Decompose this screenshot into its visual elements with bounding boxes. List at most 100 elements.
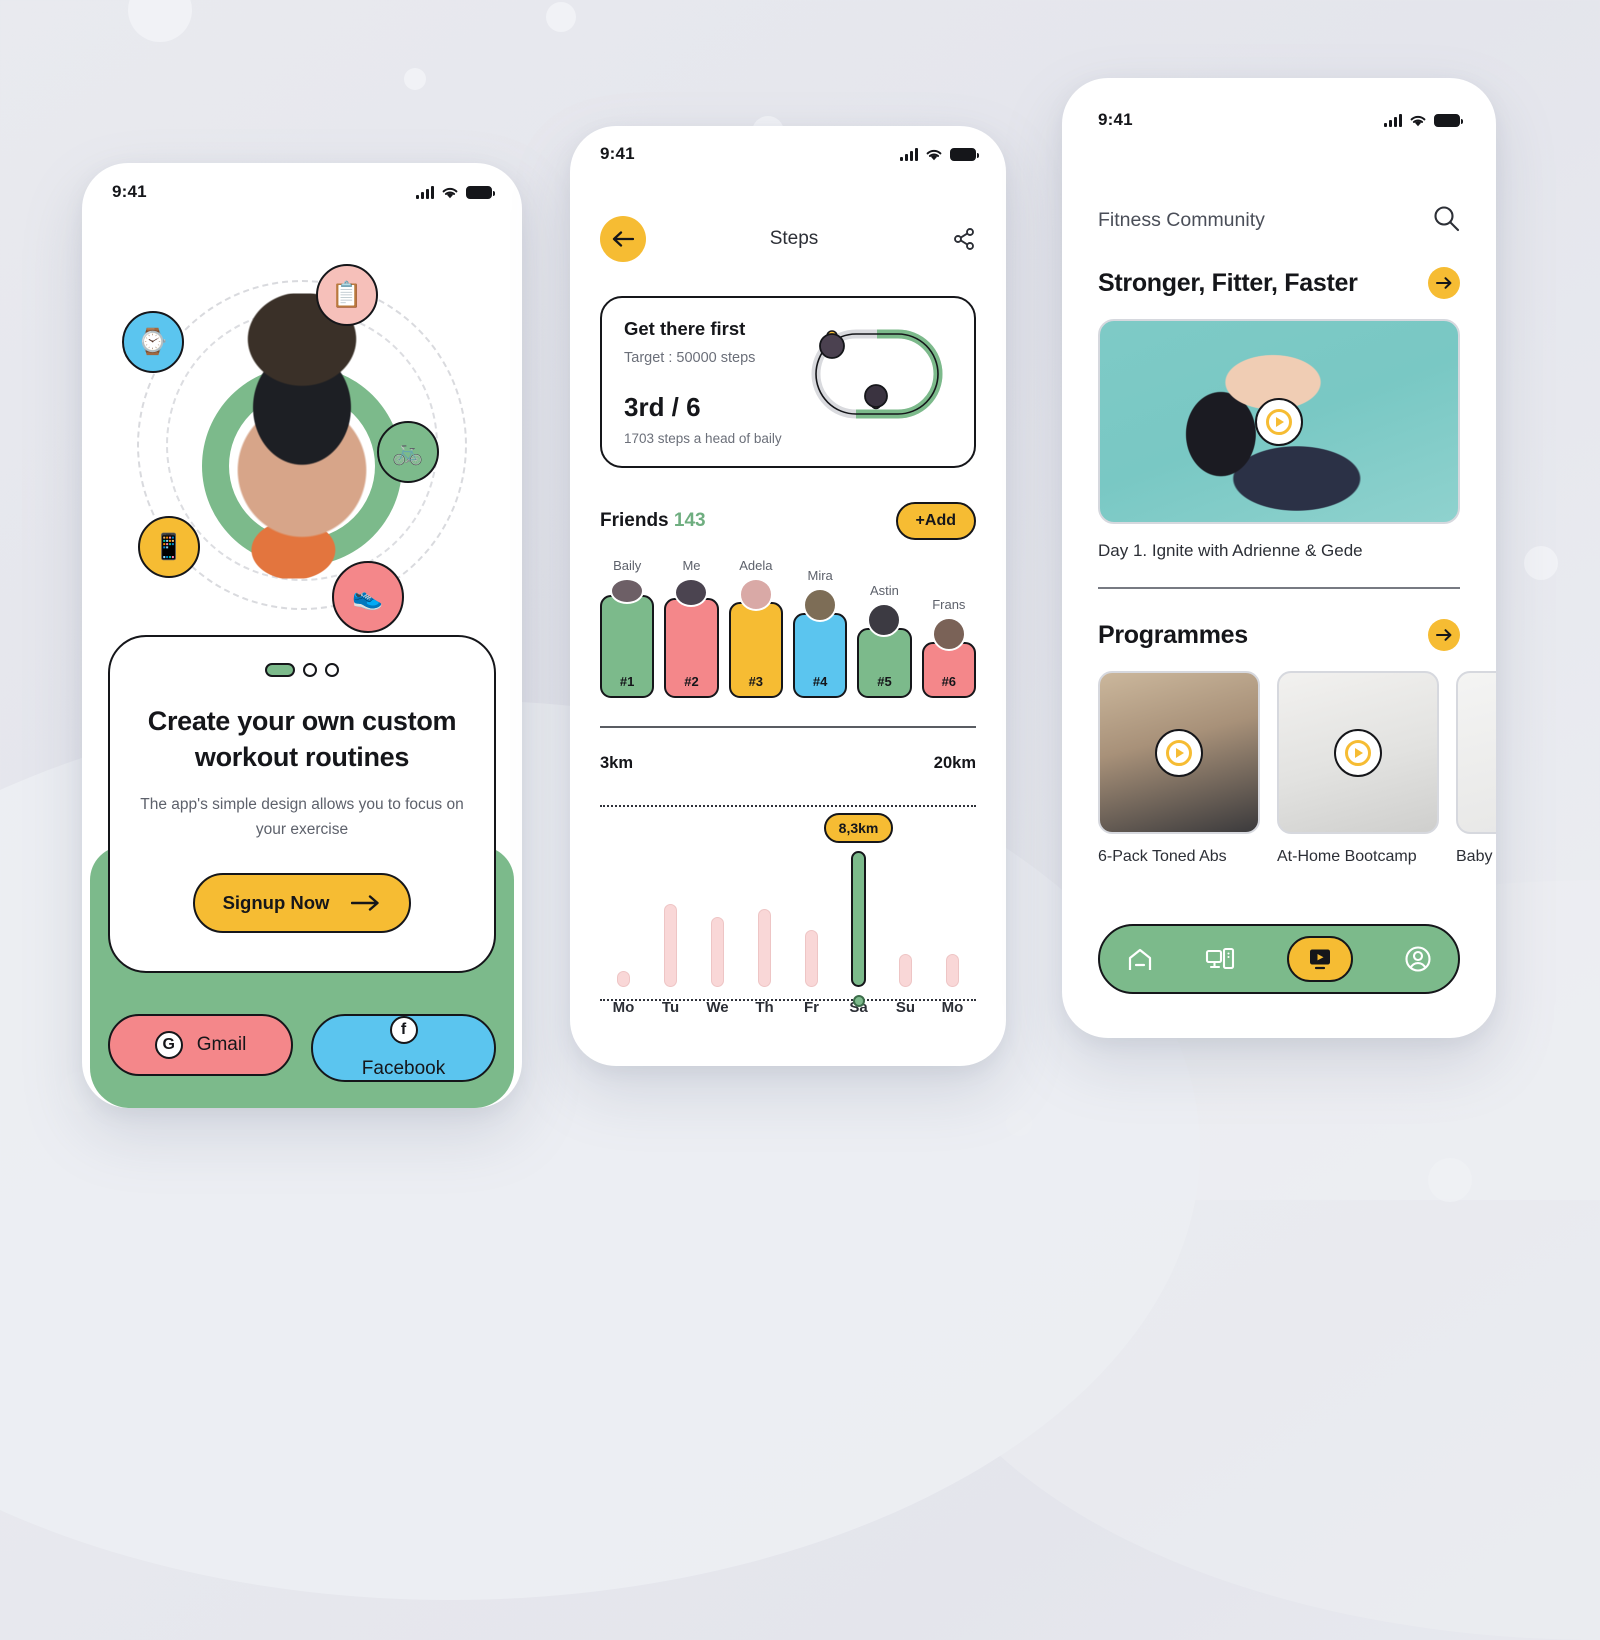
friend-rank-column[interactable]: Astin #5 xyxy=(857,558,912,698)
nav-home-button[interactable] xyxy=(1126,946,1154,972)
third-programme-photo[interactable] xyxy=(1456,671,1496,834)
hero-illustration: ⌚ 📋 🚲 📱 👟 xyxy=(82,221,522,651)
programmes-section-header: Programmes xyxy=(1098,619,1460,651)
section-divider xyxy=(1098,587,1460,589)
search-icon xyxy=(1434,206,1460,232)
user-circle-icon xyxy=(1405,946,1431,972)
phone-steps: 9:41 Steps Get there first Target: 5000… xyxy=(570,126,1006,1066)
add-friend-button[interactable]: +Add xyxy=(895,502,976,540)
video-play-icon xyxy=(1309,949,1330,970)
gmail-label: Gmail xyxy=(196,1034,247,1055)
facebook-icon: f xyxy=(389,1016,418,1044)
page-title: Steps xyxy=(769,228,819,249)
chart-day-label: Fr xyxy=(804,999,819,1016)
friend-rank-column[interactable]: Adela #3 xyxy=(728,558,783,698)
friend-rank-bar[interactable]: #5 xyxy=(857,628,912,698)
arrow-right-circle-icon xyxy=(1436,629,1452,641)
chart-day-label: We xyxy=(706,999,729,1016)
nav-video-button[interactable] xyxy=(1286,936,1353,982)
handstand-photo[interactable] xyxy=(1277,671,1439,834)
nav-profile-button[interactable] xyxy=(1404,945,1432,973)
page-dot[interactable] xyxy=(325,663,339,677)
weekly-distance-chart: 8,3km xyxy=(600,787,976,1007)
phone-onboarding: 9:41 ⌚ 📋 🚲 📱 👟 Create your own custom wo… xyxy=(82,163,522,1108)
race-track-graphic xyxy=(802,322,952,426)
play-icon xyxy=(1345,739,1371,766)
chart-bar[interactable] xyxy=(758,909,771,987)
friend-rank-bar[interactable]: #4 xyxy=(792,612,848,698)
chart-bar-column[interactable]: 8,3km xyxy=(823,787,894,1007)
page-dot[interactable] xyxy=(303,663,317,677)
featured-video-card[interactable] xyxy=(1098,319,1460,524)
chart-bar-column[interactable] xyxy=(647,787,694,987)
facebook-login-button[interactable]: f Facebook xyxy=(311,1014,496,1082)
share-button[interactable] xyxy=(942,227,976,251)
bg-circle xyxy=(128,0,192,42)
back-button[interactable] xyxy=(600,216,646,262)
fitness-app-phone-icon: 📱 xyxy=(138,516,200,578)
friend-rank-column[interactable]: Baily #1 xyxy=(600,558,655,698)
goal-ahead-text: 1703 steps a head of baily xyxy=(624,431,782,446)
signup-button[interactable]: Signup Now xyxy=(193,873,411,933)
programmes-more-button[interactable] xyxy=(1428,619,1460,651)
chart-bar-column[interactable] xyxy=(882,787,929,987)
chart-bar[interactable] xyxy=(664,903,677,987)
community-title: Fitness Community xyxy=(1098,209,1265,231)
chart-bar[interactable] xyxy=(617,970,630,987)
signal-bars-icon xyxy=(900,147,918,161)
steps-topbar: Steps xyxy=(570,216,1006,262)
signal-bars-icon xyxy=(1384,113,1402,127)
bg-circle xyxy=(546,2,576,32)
page-indicator[interactable] xyxy=(138,663,466,677)
page-title: Create your own custom workout routines xyxy=(147,706,457,773)
friend-rank-column[interactable]: Frans #6 xyxy=(921,558,976,698)
chart-bar[interactable] xyxy=(899,954,912,987)
friend-rank-column[interactable]: Mira #4 xyxy=(792,558,848,698)
search-button[interactable] xyxy=(1432,204,1460,237)
social-login-row: G Gmail f Facebook xyxy=(108,1014,496,1082)
programme-title: 6-Pack Toned Abs xyxy=(1098,848,1227,865)
friend-name: Mira xyxy=(807,567,833,583)
play-button[interactable] xyxy=(1255,397,1303,446)
programme-card[interactable]: 6-Pack Toned Abs xyxy=(1098,671,1260,866)
featured-caption: Day 1. Ignite with Adrienne & Gede xyxy=(1098,541,1363,560)
axis-min-label: 3km xyxy=(600,754,634,772)
home-icon xyxy=(1128,948,1151,970)
programmes-carousel[interactable]: 6-Pack Toned Abs At-Home Bootcamp Baby xyxy=(1098,671,1496,866)
play-button[interactable] xyxy=(1155,728,1203,777)
page-dot-active[interactable] xyxy=(265,663,295,677)
goal-title: Get there first xyxy=(624,318,746,339)
chart-bar-column[interactable] xyxy=(741,787,788,987)
page-subtitle: The app's simple design allows you to fo… xyxy=(140,795,464,839)
chart-bar-column[interactable] xyxy=(694,787,741,987)
friend-rank-bar[interactable]: #3 xyxy=(728,601,783,698)
goal-rank: 3rd / 6 xyxy=(624,392,701,422)
programme-card[interactable]: At-Home Bootcamp xyxy=(1277,671,1439,866)
gmail-login-button[interactable]: G Gmail xyxy=(108,1014,293,1076)
status-time: 9:41 xyxy=(112,182,147,201)
chart-bar-column[interactable] xyxy=(600,787,647,987)
chart-bar-column[interactable] xyxy=(929,787,976,987)
friend-rank-column[interactable]: Me #2 xyxy=(664,558,719,698)
programme-card[interactable]: Baby xyxy=(1456,671,1496,866)
arrow-left-icon xyxy=(612,231,634,247)
avatar xyxy=(931,617,966,651)
friend-rank-bar[interactable]: #2 xyxy=(664,598,719,698)
chart-bar[interactable] xyxy=(711,917,724,987)
pullup-bar-photo[interactable] xyxy=(1098,671,1260,834)
featured-more-button[interactable] xyxy=(1428,267,1460,299)
chart-bar-highlighted[interactable] xyxy=(851,850,866,987)
featured-section-header: Stronger, Fitter, Faster xyxy=(1098,267,1460,299)
nav-devices-button[interactable] xyxy=(1205,946,1235,972)
chart-bar[interactable] xyxy=(805,930,818,987)
running-shoe-icon: 👟 xyxy=(332,561,404,633)
play-button[interactable] xyxy=(1334,728,1382,777)
bottom-navigation xyxy=(1098,924,1460,994)
programme-title: Baby xyxy=(1456,848,1493,865)
friend-rank-bar[interactable]: #1 xyxy=(600,595,655,698)
friend-name: Adela xyxy=(739,558,773,573)
chart-selected-day-dot xyxy=(852,995,865,1007)
exercise-bike-icon: 🚲 xyxy=(377,421,439,483)
avatar xyxy=(803,587,838,622)
chart-bar[interactable] xyxy=(946,954,959,987)
